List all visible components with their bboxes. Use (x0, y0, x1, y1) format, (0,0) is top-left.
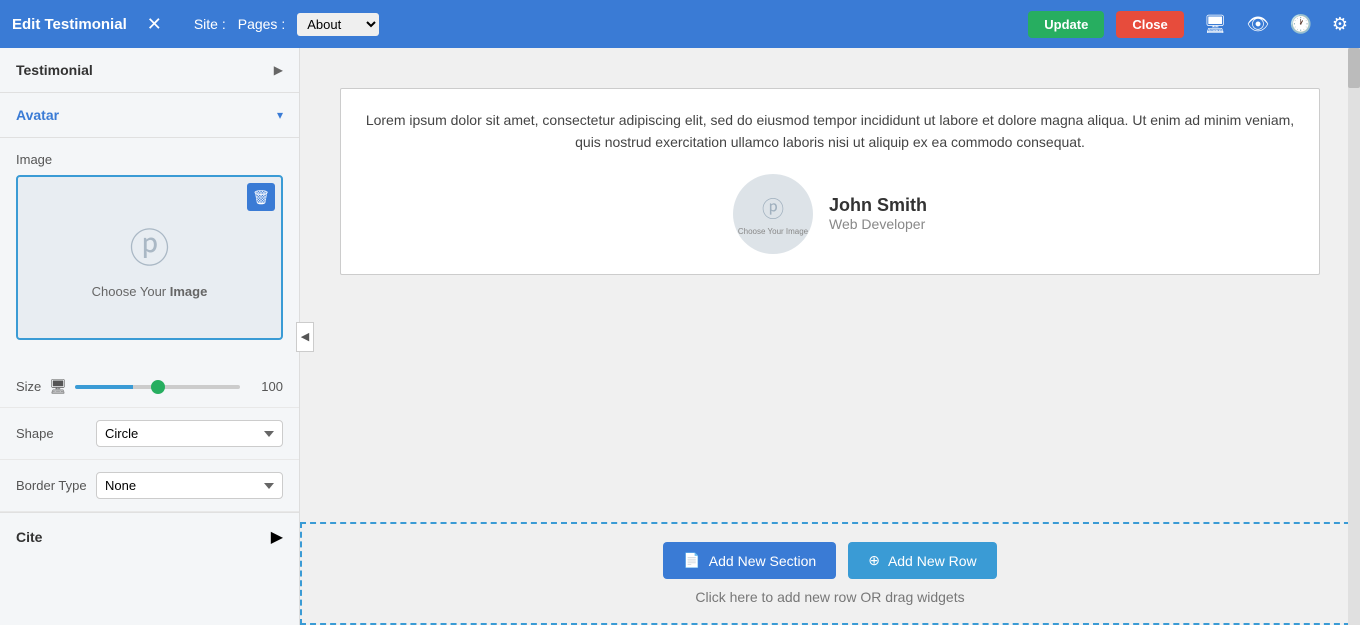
testimonial-section-label: Testimonial (16, 62, 93, 78)
image-upload-box[interactable]: 🗑 ⓟ Choose Your Image (16, 175, 283, 340)
cite-arrow-icon: ▶ (271, 527, 283, 547)
canvas-top-space (300, 48, 1360, 88)
add-row-label: Add New Row (888, 553, 977, 569)
history-icon[interactable]: 🕐 (1289, 14, 1311, 35)
add-section-buttons: 📄 Add New Section ⊕ Add New Row (663, 542, 996, 579)
border-type-row: Border Type None Solid Dashed Dotted (0, 460, 299, 512)
image-upload-text: Choose Your Image (92, 284, 208, 299)
close-button[interactable]: Close (1116, 11, 1183, 38)
border-type-label: Border Type (16, 478, 96, 493)
shape-select[interactable]: Circle Square Rounded (96, 420, 283, 447)
image-placeholder-icon: ⓟ (130, 216, 170, 274)
right-scrollbar[interactable] (1348, 48, 1360, 625)
image-section: Image 🗑 ⓟ Choose Your Image (0, 138, 299, 366)
shape-row: Shape Circle Square Rounded (0, 408, 299, 460)
scrollbar-thumb (1348, 48, 1360, 88)
monitor-icon[interactable]: 🖥 (1204, 14, 1227, 35)
testimonial-author: ⓟ Choose Your Image John Smith Web Devel… (365, 174, 1295, 254)
sitemap-icon[interactable]: ⚙ (1332, 14, 1348, 35)
image-choose-text: Choose Your (92, 284, 170, 299)
image-bold-text: Image (170, 284, 208, 299)
site-label: Site : (194, 16, 226, 32)
size-label: Size (16, 379, 41, 394)
size-value: 100 (248, 379, 283, 394)
avatar-section-header[interactable]: Avatar ▾ (0, 93, 299, 138)
monitor-size-icon: 🖥 (49, 378, 67, 395)
image-delete-button[interactable]: 🗑 (247, 183, 275, 211)
avatar-arrow-icon: ▾ (277, 108, 283, 122)
add-row-icon: ⊕ (868, 552, 880, 569)
close-x-icon[interactable]: ✕ (147, 14, 162, 35)
avatar-placeholder-icon: ⓟ (762, 192, 784, 224)
add-new-row-button[interactable]: ⊕ Add New Row (848, 542, 996, 579)
border-type-select[interactable]: None Solid Dashed Dotted (96, 472, 283, 499)
update-button[interactable]: Update (1028, 11, 1104, 38)
add-new-section-button[interactable]: 📄 Add New Section (663, 542, 836, 579)
add-section-icon: 📄 (683, 552, 700, 569)
add-section-area: 📄 Add New Section ⊕ Add New Row Click he… (300, 522, 1360, 625)
testimonial-arrow-icon: ▶ (274, 63, 283, 77)
add-section-hint: Click here to add new row OR drag widget… (695, 589, 964, 605)
testimonial-card: Lorem ipsum dolor sit amet, consectetur … (340, 88, 1320, 275)
cite-label: Cite (16, 529, 42, 545)
size-slider-container (75, 385, 240, 389)
panel-collapse-arrow[interactable]: ◀ (296, 322, 314, 352)
cite-section-header[interactable]: Cite ▶ (0, 512, 299, 561)
size-row: Size 🖥 100 (0, 366, 299, 408)
pages-label: Pages : (238, 16, 285, 32)
testimonial-section-header[interactable]: Testimonial ▶ (0, 48, 299, 93)
eye-icon[interactable]: 👁 (1247, 14, 1270, 35)
author-role: Web Developer (829, 216, 927, 232)
testimonial-text: Lorem ipsum dolor sit amet, consectetur … (365, 109, 1295, 154)
image-label: Image (16, 152, 283, 167)
avatar-placeholder-text: Choose Your Image (738, 227, 808, 236)
author-avatar: ⓟ Choose Your Image (733, 174, 813, 254)
avatar-section-label: Avatar (16, 107, 59, 123)
author-name: John Smith (829, 195, 927, 216)
left-panel: Testimonial ▶ Avatar ▾ Image 🗑 ⓟ Choose … (0, 48, 300, 625)
panel-title: Edit Testimonial (12, 16, 127, 33)
right-panel: Lorem ipsum dolor sit amet, consectetur … (300, 48, 1360, 625)
shape-label: Shape (16, 426, 96, 441)
size-slider[interactable] (75, 385, 240, 389)
canvas-bottom-space (300, 275, 1360, 522)
trash-icon: 🗑 (252, 189, 270, 206)
main-area: Testimonial ▶ Avatar ▾ Image 🗑 ⓟ Choose … (0, 48, 1360, 625)
author-info: John Smith Web Developer (829, 195, 927, 232)
add-section-label: Add New Section (709, 553, 816, 569)
pages-select[interactable]: About Home Contact Services (297, 13, 379, 36)
header-bar: Edit Testimonial ✕ Site : Pages : About … (0, 0, 1360, 48)
